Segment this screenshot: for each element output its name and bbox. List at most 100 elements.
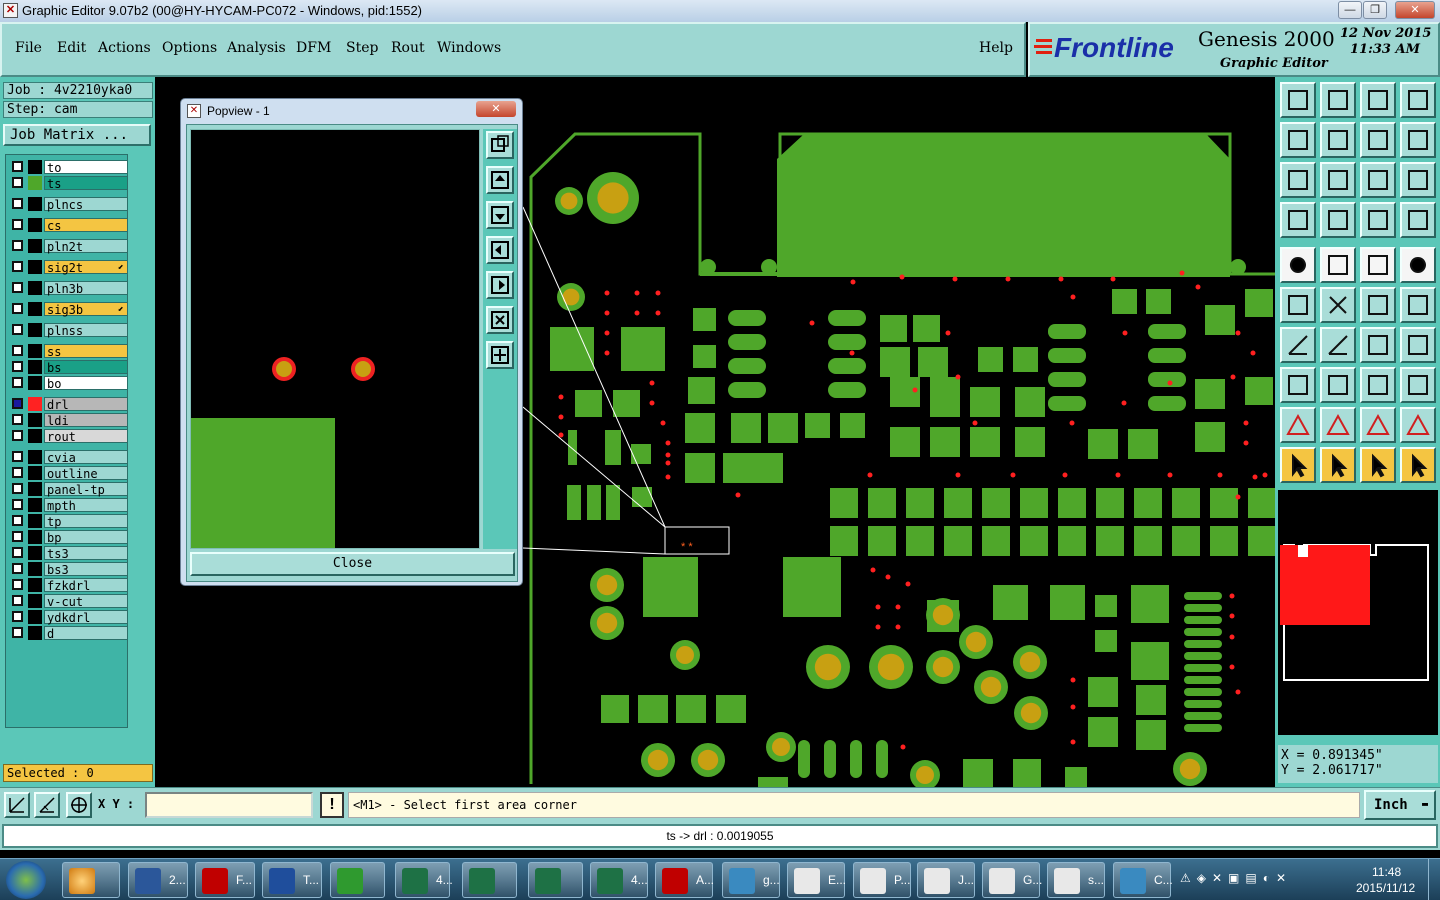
layer-color-swatch[interactable] xyxy=(28,530,42,544)
zoom-fit-icon[interactable] xyxy=(1280,162,1316,198)
layer-name[interactable]: ss xyxy=(44,344,128,359)
layer-name[interactable]: ts3 xyxy=(44,546,128,561)
overview-map[interactable] xyxy=(1278,490,1438,735)
snap-tool-button[interactable] xyxy=(4,792,30,818)
layer-name[interactable]: fzkdrl xyxy=(44,578,128,593)
angle-icon[interactable] xyxy=(1280,327,1316,363)
layer-color-swatch[interactable] xyxy=(28,239,42,253)
up-arrow-icon[interactable] xyxy=(1320,82,1356,118)
nodes-icon[interactable] xyxy=(1280,287,1316,323)
layer-name[interactable]: pln3b xyxy=(44,281,128,296)
layer-checkbox[interactable] xyxy=(12,177,23,188)
layer-row-ss[interactable]: ss xyxy=(10,344,128,359)
layer-color-swatch[interactable] xyxy=(28,562,42,576)
layer-row-bs[interactable]: bs xyxy=(10,360,128,375)
popview-close-x[interactable]: ✕ xyxy=(476,101,516,117)
layer-name[interactable]: bs xyxy=(44,360,128,375)
layer-row-plnss[interactable]: plnss xyxy=(10,323,128,338)
layer-name[interactable]: cvia xyxy=(44,450,128,465)
layer-checkbox[interactable] xyxy=(12,361,23,372)
layer-row-bs3[interactable]: bs3 xyxy=(10,562,128,577)
layer-row-to[interactable]: to xyxy=(10,160,128,175)
layer-color-swatch[interactable] xyxy=(28,176,42,190)
popview-window[interactable]: ✕ Popview - 1 ✕ Close xyxy=(180,98,523,586)
layer-name[interactable]: bp xyxy=(44,530,128,545)
layer-checkbox[interactable] xyxy=(12,467,23,478)
layer-name[interactable]: bs3 xyxy=(44,562,128,577)
layer-name[interactable]: cs xyxy=(44,218,128,233)
layer-checkbox[interactable] xyxy=(12,303,23,314)
layer-name[interactable]: sig3b ⬋ xyxy=(44,302,128,317)
layer-color-swatch[interactable] xyxy=(28,429,42,443)
pointer2-icon[interactable] xyxy=(1400,287,1436,323)
layer-checkbox[interactable] xyxy=(12,515,23,526)
layer-color-swatch[interactable] xyxy=(28,450,42,464)
grid-icon[interactable] xyxy=(1320,202,1356,238)
layer-checkbox[interactable] xyxy=(12,579,23,590)
select4-icon[interactable] xyxy=(1400,447,1436,483)
layer-color-swatch[interactable] xyxy=(28,498,42,512)
select-icon[interactable] xyxy=(1280,447,1316,483)
layer-color-swatch[interactable] xyxy=(28,197,42,211)
layer-name[interactable]: plncs xyxy=(44,197,128,212)
layer-checkbox[interactable] xyxy=(12,430,23,441)
sidebar-icon[interactable] xyxy=(1400,82,1436,118)
layer-color-swatch[interactable] xyxy=(28,482,42,496)
menu-dfm[interactable]: DFM xyxy=(296,40,331,56)
popview-pan-down-button[interactable] xyxy=(486,201,514,229)
right-icon[interactable] xyxy=(1320,122,1356,158)
layer-checkbox[interactable] xyxy=(12,611,23,622)
taskbar-app-button[interactable]: g... xyxy=(722,862,780,898)
start-button[interactable] xyxy=(6,861,46,899)
close-window-button[interactable]: ✕ xyxy=(1395,1,1435,19)
layer-name[interactable]: pln2t xyxy=(44,239,128,254)
layer-checkbox[interactable] xyxy=(12,531,23,542)
layer-row-plncs[interactable]: plncs xyxy=(10,197,128,212)
layer-row-mpth[interactable]: mpth xyxy=(10,498,128,513)
select3-icon[interactable] xyxy=(1360,447,1396,483)
layer-checkbox[interactable] xyxy=(12,161,23,172)
taskbar-app-button[interactable] xyxy=(462,862,517,898)
traffic-icon[interactable] xyxy=(1360,202,1396,238)
layer-color-swatch[interactable] xyxy=(28,594,42,608)
layer-checkbox[interactable] xyxy=(12,563,23,574)
taskbar-app-button[interactable]: s... xyxy=(1047,862,1105,898)
menu-step[interactable]: Step xyxy=(346,40,378,56)
angle-tool-button[interactable] xyxy=(34,792,60,818)
popview-close-button[interactable]: Close xyxy=(190,552,515,576)
units-dropdown[interactable]: Inch ▬ xyxy=(1364,790,1436,820)
layer-checkbox[interactable] xyxy=(12,261,23,272)
taskbar-app-button[interactable]: E... xyxy=(787,862,846,898)
tri1-icon[interactable] xyxy=(1280,407,1316,443)
layer-color-swatch[interactable] xyxy=(28,360,42,374)
point-icon[interactable] xyxy=(1280,247,1316,283)
layer-color-swatch[interactable] xyxy=(28,413,42,427)
layer-checkbox[interactable] xyxy=(12,398,23,409)
layer-row-cvia[interactable]: cvia xyxy=(10,450,128,465)
layer-name[interactable]: panel-tp xyxy=(44,482,128,497)
layer-checkbox[interactable] xyxy=(12,324,23,335)
tri2-icon[interactable] xyxy=(1320,407,1356,443)
menu-windows[interactable]: Windows xyxy=(437,40,501,56)
group-icon[interactable] xyxy=(1400,367,1436,403)
layer-checkbox[interactable] xyxy=(12,547,23,558)
layer-row-drl[interactable]: drl xyxy=(10,397,128,412)
layer-checkbox[interactable] xyxy=(12,198,23,209)
layer-row-tp[interactable]: tp xyxy=(10,514,128,529)
layer-checkbox[interactable] xyxy=(12,595,23,606)
menu-help[interactable]: Help xyxy=(979,40,1013,56)
layer-checkbox[interactable] xyxy=(12,282,23,293)
layer-color-swatch[interactable] xyxy=(28,323,42,337)
taskbar-app-button[interactable]: A... xyxy=(655,862,714,898)
menu-options[interactable]: Options xyxy=(162,40,217,56)
popview-pan-left-button[interactable] xyxy=(486,236,514,264)
layer-row-fzkdrl[interactable]: fzkdrl xyxy=(10,578,128,593)
layer-row-sig3b[interactable]: sig3b ⬋ xyxy=(10,302,128,317)
layer-name[interactable]: d xyxy=(44,626,128,641)
layer-row-outline[interactable]: outline xyxy=(10,466,128,481)
layer-name[interactable]: rout xyxy=(44,429,128,444)
layer-checkbox[interactable] xyxy=(12,219,23,230)
line-icon[interactable] xyxy=(1320,367,1356,403)
menu-analysis[interactable]: Analysis xyxy=(227,40,286,56)
layer-checkbox[interactable] xyxy=(12,345,23,356)
